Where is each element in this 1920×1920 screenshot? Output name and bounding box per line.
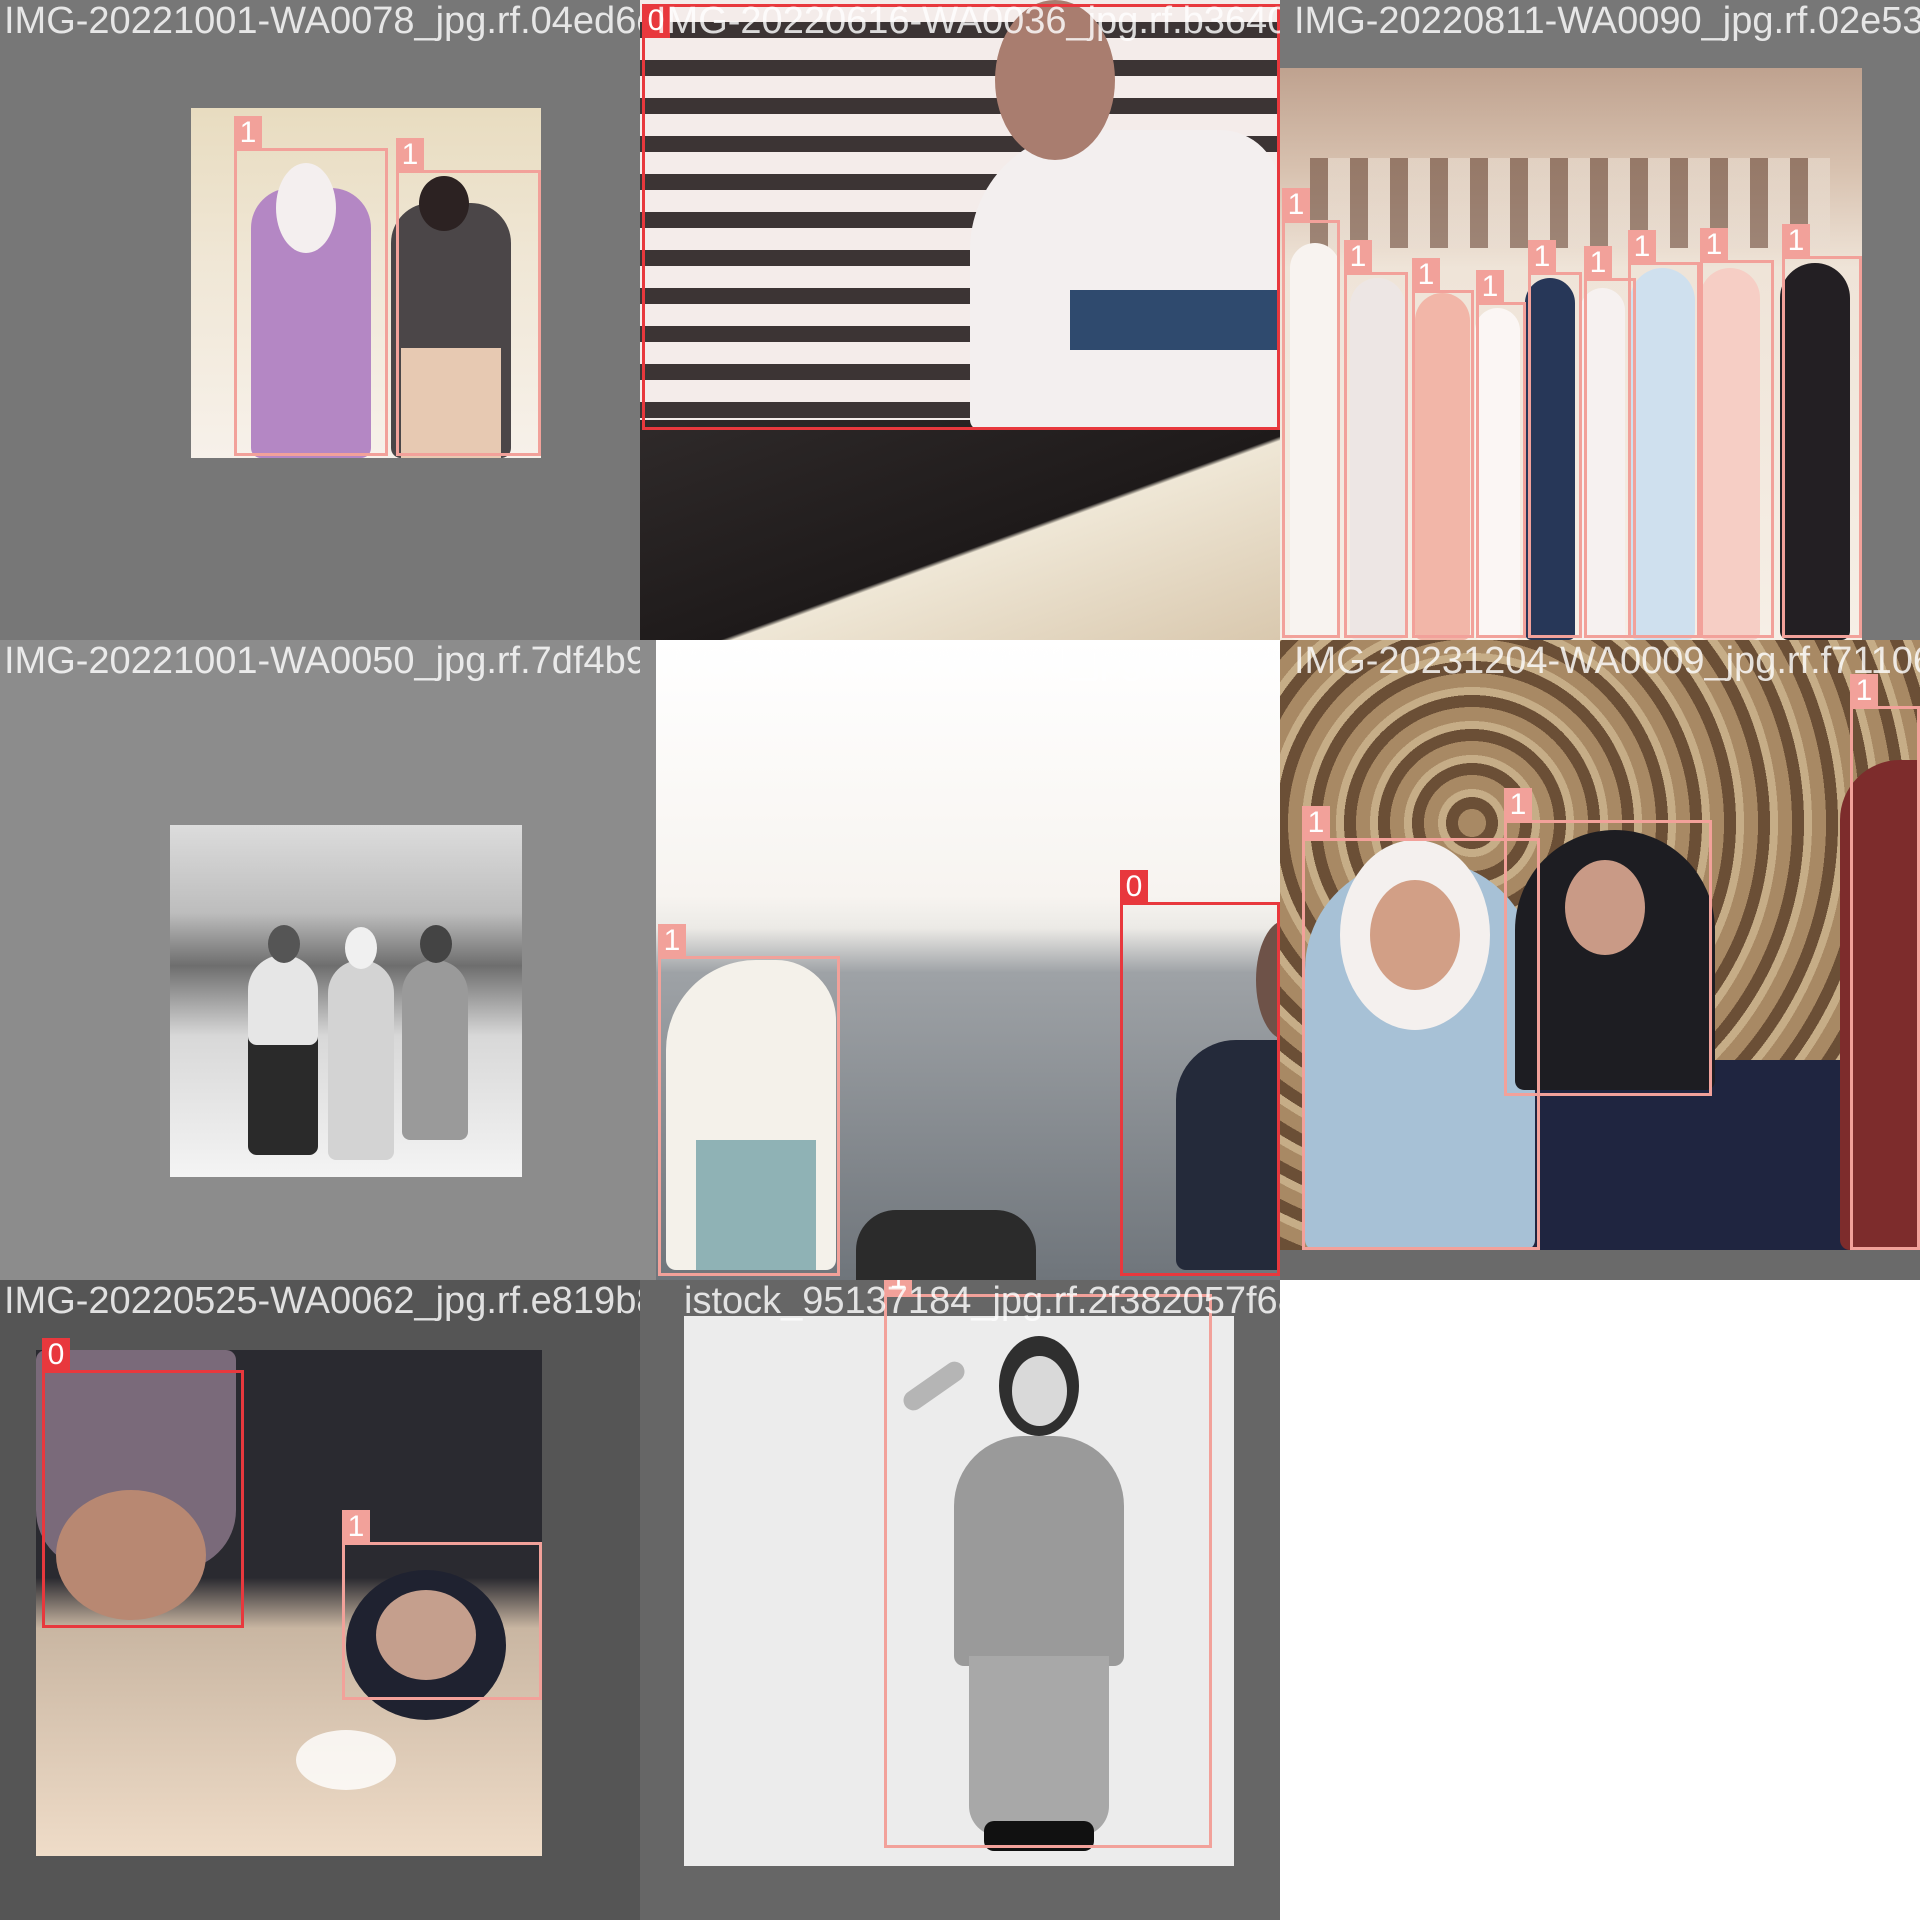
bbox-label: 1 [1584,246,1612,280]
bbox-label: 1 [396,138,424,172]
bbox: 1 [1344,240,1408,638]
bbox-label: 1 [342,1510,370,1544]
bbox: 1 [1782,224,1862,638]
bbox: 1 [1282,188,1340,638]
bbox-label: 1 [1476,270,1504,304]
bbox-label: 1 [1782,224,1810,258]
bbox: 1 [658,924,840,1276]
bbox: 1 [342,1510,542,1700]
tile-1: 1 1 IMG-20221001-WA0078_jpg.rf.04ed6c968… [0,0,640,640]
bbox-label: 1 [1700,228,1728,262]
bbox-label: 1 [658,924,686,958]
bbox-label: 1 [1282,188,1310,222]
bbox-label: 1 [1528,240,1556,274]
tile-6: 1 1 1 IMG-20231204-WA0009_jpg.rf.f71106 [1280,640,1920,1280]
bbox: 1 [1476,270,1526,638]
bbox-label: 0 [642,4,670,38]
bbox: 1 [1504,788,1712,1096]
tile-5: 1 0 IMG-20230316-WA0001_jpg.rf.53e39dbd3… [640,640,1280,1280]
tile-8: 1 istock_95137184_jpg.rf.2f382057f68bcd [640,1280,1280,1920]
tile-2: 0 IMG-20220616-WA0036_jpg.rf.b3640a1b6e3… [640,0,1280,640]
bbox: 1 [1412,258,1474,638]
tile-filename: IMG-20221001-WA0050_jpg.rf.7df4b9a422503 [4,640,640,682]
photo [170,825,522,1177]
tile-filename: IMG-20221001-WA0078_jpg.rf.04ed6c968f288… [4,0,640,42]
bbox: 1 [1528,240,1582,638]
bbox: 0 [1120,870,1280,1276]
bbox-label: 0 [1120,870,1148,904]
bbox: 1 [396,138,541,456]
tile-filename: IMG-20220525-WA0062_jpg.rf.e819b8 [4,1280,640,1322]
tile-4: IMG-20221001-WA0050_jpg.rf.7df4b9a422503 [0,640,640,1280]
tile-filename: IMG-20220811-WA0090_jpg.rf.02e53 [1294,0,1920,42]
tile-3: 1 1 1 1 1 1 1 1 1 IMG-20220811-WA0090_jp… [1280,0,1920,640]
bbox: 1 [884,1280,1212,1848]
bbox-label: 1 [1302,806,1330,840]
bbox-label: 1 [1628,230,1656,264]
bbox-label: 1 [234,116,262,150]
bbox: 0 [642,4,1280,430]
bbox-label: 1 [1412,258,1440,292]
bbox: 1 [234,116,388,456]
bbox: 0 [42,1338,244,1628]
bbox: 1 [1850,674,1920,1250]
bbox-label: 1 [1504,788,1532,822]
bbox-label: 1 [1344,240,1372,274]
bbox-label: 1 [1850,674,1878,708]
bbox: 1 [1628,230,1700,638]
bbox-label: 0 [42,1338,70,1372]
bbox: 1 [1700,228,1774,638]
tile-7: 0 1 IMG-20220525-WA0062_jpg.rf.e819b8 [0,1280,640,1920]
bbox-label: 1 [884,1280,912,1296]
